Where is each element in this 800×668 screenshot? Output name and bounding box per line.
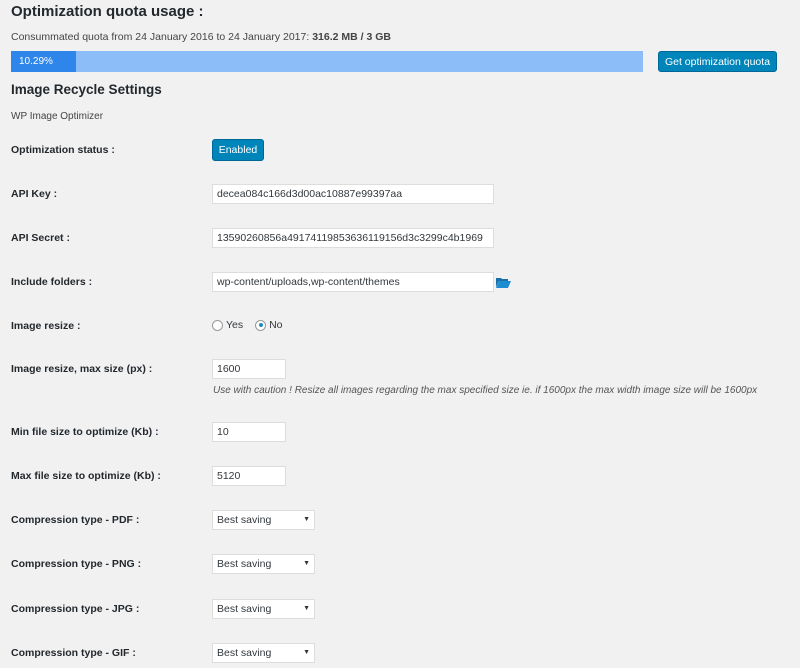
chevron-down-icon: ▼ — [303, 605, 310, 612]
api-secret-label: API Secret : — [11, 232, 70, 244]
gif-label: Compression type - GIF : — [11, 647, 136, 659]
pdf-label: Compression type - PDF : — [11, 514, 140, 526]
quota-progress-fill: 10.29% — [11, 51, 77, 72]
resize-label: Image resize : — [11, 320, 81, 332]
pdf-select[interactable]: Best saving ▼ — [212, 510, 315, 530]
min-file-label: Min file size to optimize (Kb) : — [11, 426, 159, 438]
quota-title: Optimization quota usage : — [11, 3, 204, 20]
gif-select[interactable]: Best saving ▼ — [212, 643, 315, 663]
quota-text: Consummated quota from 24 January 2016 t… — [11, 31, 391, 43]
max-size-input[interactable]: 1600 — [212, 359, 286, 379]
chevron-down-icon: ▼ — [303, 560, 310, 567]
chevron-down-icon: ▼ — [303, 649, 310, 656]
resize-yes-radio[interactable] — [212, 319, 223, 331]
chevron-down-icon: ▼ — [303, 516, 310, 523]
min-file-input[interactable]: 10 — [212, 422, 286, 442]
max-file-input[interactable]: 5120 — [212, 466, 286, 486]
api-key-label: API Key : — [11, 188, 58, 200]
resize-radio-group: Yes No — [212, 319, 283, 331]
folders-label: Include folders : — [11, 276, 93, 288]
enabled-button[interactable]: Enabled — [212, 139, 264, 161]
folder-icon[interactable] — [496, 277, 511, 288]
settings-title: Image Recycle Settings — [11, 82, 162, 97]
api-key-input[interactable]: decea084c166d3d00ac10887e99397aa — [212, 184, 494, 204]
folders-input[interactable]: wp-content/uploads,wp-content/themes — [212, 272, 494, 292]
settings-subtitle: WP Image Optimizer — [11, 111, 104, 122]
status-label: Optimization status : — [11, 144, 115, 156]
resize-no-radio[interactable] — [255, 319, 267, 331]
max-size-label: Image resize, max size (px) : — [11, 363, 153, 375]
jpg-select[interactable]: Best saving ▼ — [212, 599, 315, 619]
get-quota-button[interactable]: Get optimization quota — [658, 51, 777, 72]
jpg-label: Compression type - JPG : — [11, 603, 140, 615]
max-file-label: Max file size to optimize (Kb) : — [11, 470, 161, 482]
png-select[interactable]: Best saving ▼ — [212, 554, 315, 574]
api-secret-input[interactable]: 13590260856a49174119853636119156d3c3299c… — [212, 228, 494, 248]
max-size-help: Use with caution ! Resize all images reg… — [213, 385, 758, 396]
png-label: Compression type - PNG : — [11, 558, 142, 570]
quota-progress-bar: 10.29% — [11, 51, 643, 72]
